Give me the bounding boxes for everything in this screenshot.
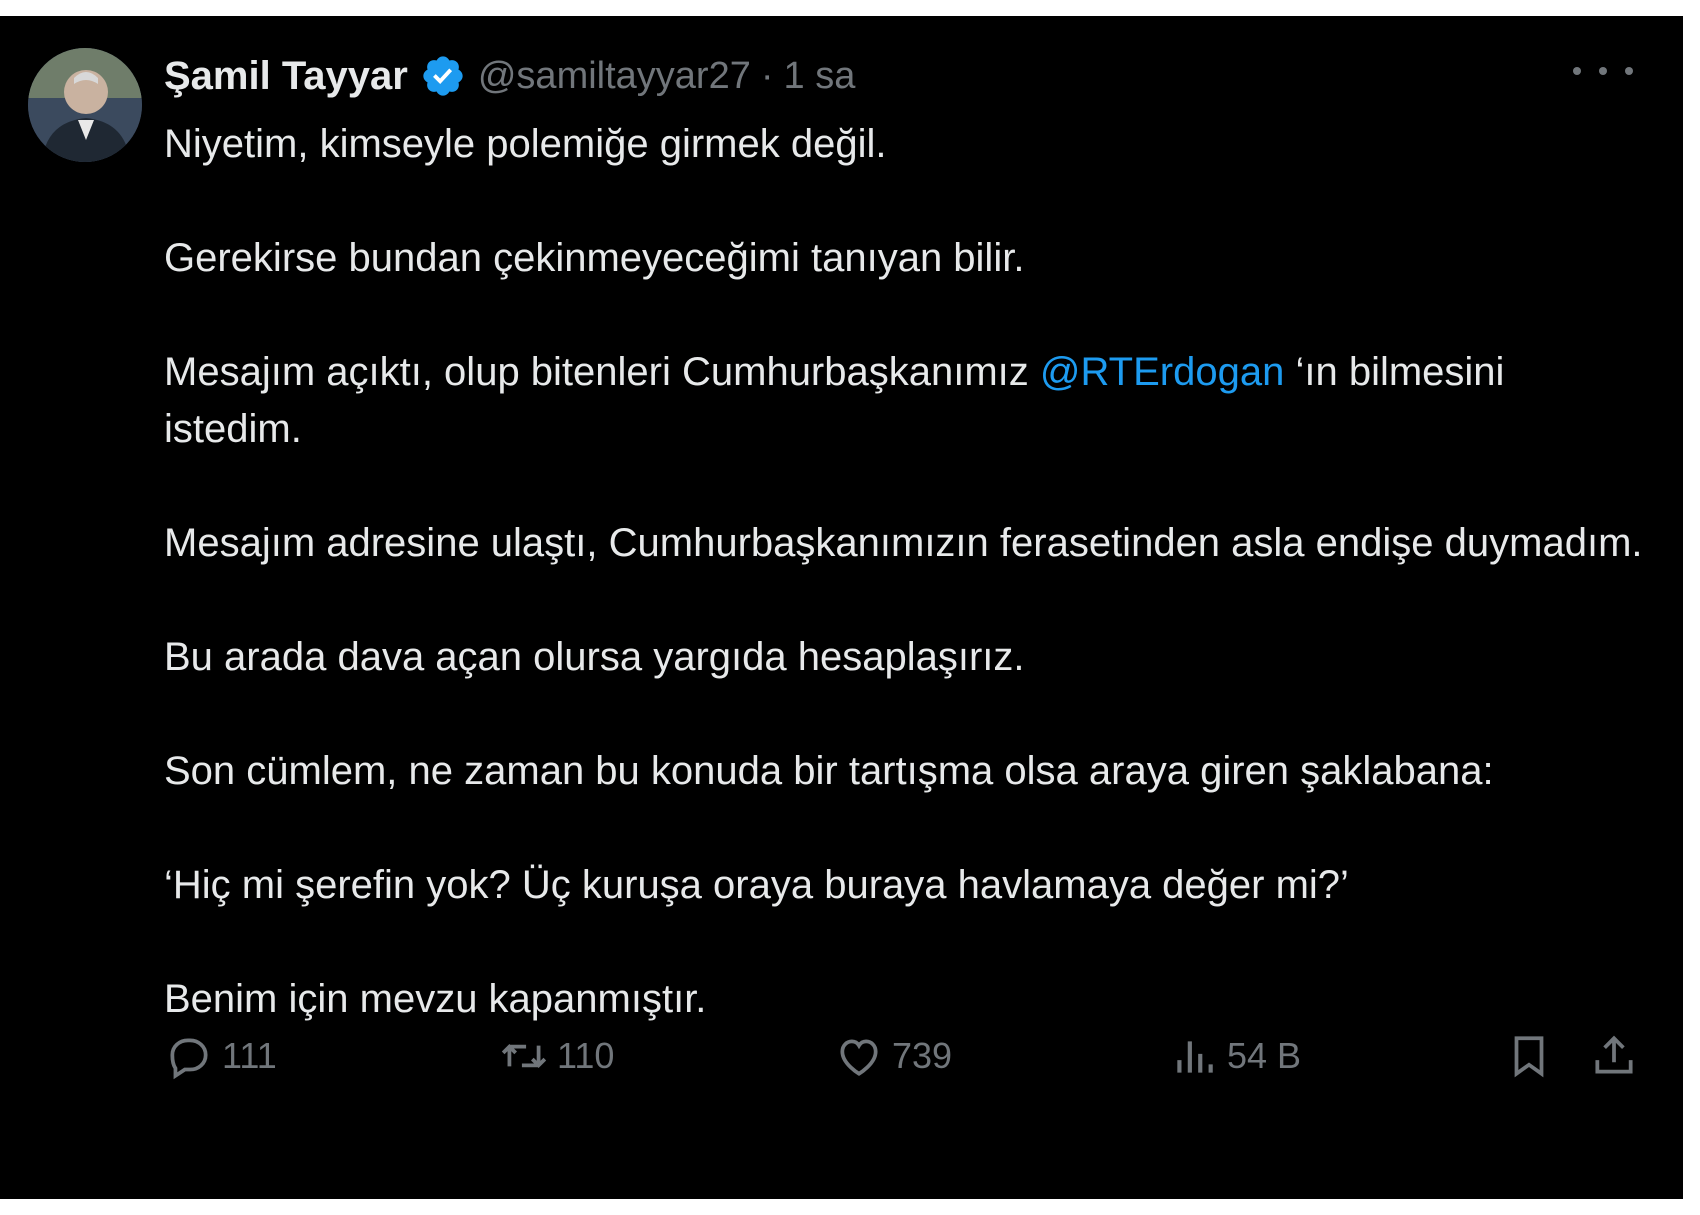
tweet-timestamp[interactable]: 1 sa (784, 55, 856, 98)
tweet-paragraph: Mesajım adresine ulaştı, Cumhurbaşkanımı… (164, 521, 1643, 565)
like-count: 739 (892, 1035, 953, 1076)
repost-icon (501, 1043, 547, 1069)
views-button[interactable]: 54 B (1169, 1026, 1301, 1086)
mention-link[interactable]: @RTErdogan (1040, 350, 1284, 394)
author-name[interactable]: Şamil Tayyar (164, 54, 408, 99)
mention-prefix-text: Mesajım açıktı, olup bitenleri Cumhurbaş… (164, 350, 1040, 394)
views-icon (1177, 1041, 1213, 1073)
bookmark-button[interactable] (1504, 1026, 1562, 1086)
tweet-paragraph: Benim için mevzu kapanmıştır. (164, 977, 707, 1021)
repost-button[interactable]: 110 (499, 1026, 614, 1086)
share-icon (1595, 1035, 1633, 1074)
view-count: 54 B (1227, 1035, 1302, 1076)
avatar-image (28, 48, 142, 162)
tweet-header: Şamil Tayyar @samiltayyar27 · 1 sa (164, 46, 855, 106)
action-bar: 111 110 739 54 B (164, 1026, 1654, 1086)
tweet-card[interactable]: Şamil Tayyar @samiltayyar27 · 1 sa Niyet… (0, 16, 1683, 1199)
verified-badge-icon (420, 53, 466, 99)
reply-icon (170, 1038, 208, 1080)
author-handle[interactable]: @samiltayyar27 (478, 55, 751, 98)
avatar[interactable] (28, 48, 142, 162)
tweet-paragraph: Bu arada dava açan olursa yargıda hesapl… (164, 635, 1025, 679)
tweet-paragraph: Gerekirse bundan çekinmeyeceğimi tanıyan… (164, 236, 1025, 280)
tweet-text: Niyetim, kimseyle polemiğe girmek değil.… (164, 116, 1644, 1028)
tweet-paragraph: ‘Hiç mi şerefin yok? Üç kuruşa oraya bur… (164, 863, 1349, 907)
like-icon (840, 1039, 878, 1076)
reply-count: 111 (222, 1035, 277, 1076)
repost-count: 110 (557, 1035, 615, 1076)
separator-dot: · (760, 54, 774, 97)
bookmark-icon (1514, 1036, 1544, 1078)
more-icon[interactable] (1573, 56, 1633, 86)
tweet-paragraph: Son cümlem, ne zaman bu konuda bir tartı… (164, 749, 1494, 793)
like-button[interactable]: 739 (834, 1026, 952, 1086)
tweet-paragraph: Niyetim, kimseyle polemiğe girmek değil. (164, 122, 887, 166)
reply-button[interactable]: 111 (164, 1026, 277, 1086)
share-button[interactable] (1589, 1026, 1647, 1086)
tweet-paragraph-with-mention: Mesajım açıktı, olup bitenleri Cumhurbaş… (164, 344, 1644, 458)
